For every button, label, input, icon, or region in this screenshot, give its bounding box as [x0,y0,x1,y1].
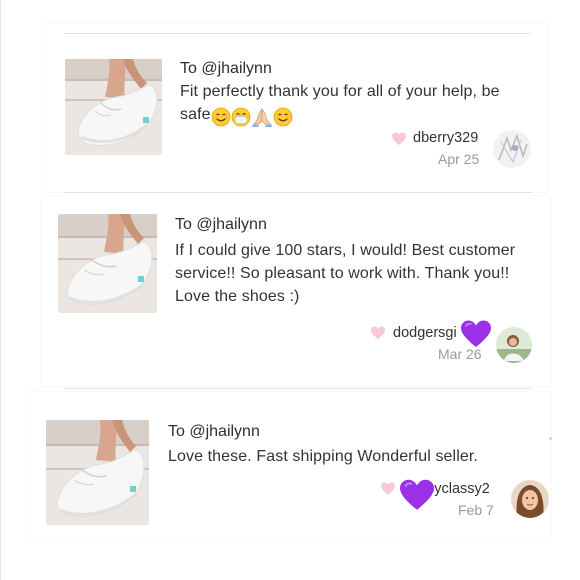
smiling-face-icon [273,107,293,127]
divider-top [64,33,531,34]
review-text: Love these. Fast shipping Wonderful sell… [168,448,478,465]
medical-mask-face-icon [231,107,251,127]
reviewer-username[interactable]: dberry329 [413,130,478,146]
folded-hands-icon [251,108,272,127]
reviewer-avatar[interactable] [496,327,532,363]
recipient-label: To @jhailynn [180,60,272,77]
reviewer-username[interactable]: syclassy2 [427,481,490,497]
review-date: Mar 26 [438,346,482,362]
review-date: Feb 7 [458,502,494,518]
reviewer-avatar[interactable] [493,130,531,168]
recipient-label: To @jhailynn [175,216,267,233]
review-text: If I could give 100 stars, I would! Best… [175,242,516,305]
divider-middle [64,192,531,193]
review-message: Fit perfectly thank you for all of your … [180,80,520,127]
product-thumbnail[interactable] [58,214,157,313]
reviewer-username[interactable]: dodgersgi [393,325,457,341]
recipient-label: To @jhailynn [168,423,260,440]
review-date: Apr 25 [438,151,480,167]
scroll-indicator-dot [549,437,552,440]
divider-bottom [64,388,531,389]
purple-heart-icon [461,320,491,347]
like-heart-icon[interactable] [381,482,395,496]
purple-heart-icon [400,479,434,510]
emoji-group [211,107,293,127]
product-thumbnail[interactable] [46,420,149,525]
reviews-screenshot: To @jhailynn Fit perfectly thank you for… [0,0,580,580]
like-heart-icon[interactable] [392,132,406,146]
like-heart-icon[interactable] [371,326,385,340]
product-thumbnail[interactable] [65,59,162,155]
reviewer-avatar[interactable] [511,480,549,518]
smiling-face-icon [211,107,231,127]
